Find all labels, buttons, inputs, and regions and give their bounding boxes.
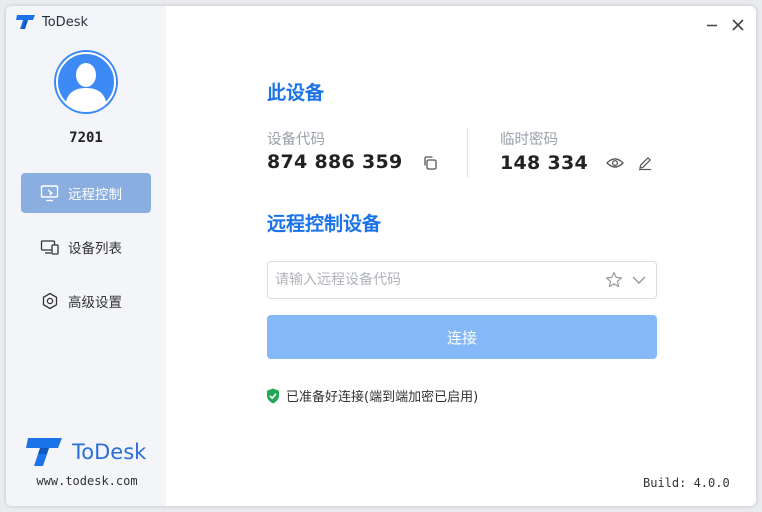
remote-control-title: 远程控制设备 [267,213,382,235]
todesk-logo-icon [16,15,35,29]
sidebar: ToDesk 7201 远程控制 设备列表 高级设置 ToDesk www.to… [6,6,166,506]
settings-gear-icon [42,292,58,310]
temp-password-value: 148 334 [500,152,589,174]
favorite-button[interactable] [604,270,624,290]
pencil-icon [639,156,652,171]
star-icon [606,271,622,288]
temp-password-label: 临时密码 [500,132,558,148]
remote-code-input[interactable] [268,262,588,298]
minimize-button[interactable] [703,16,721,34]
website-link[interactable]: www.todesk.com [6,474,168,488]
todesk-window: ToDesk 7201 远程控制 设备列表 高级设置 ToDesk www.to… [6,6,756,506]
minimize-icon [707,24,717,27]
sidebar-item-label: 高级设置 [68,295,122,311]
build-version: Build: 4.0.0 [643,476,730,490]
close-button[interactable] [729,16,747,34]
shield-check-icon [267,388,279,403]
copy-icon [424,156,437,170]
sidebar-item-remote-control[interactable]: 远程控制 [21,173,151,213]
remote-code-field [267,261,657,299]
brand-bottom: ToDesk [26,436,146,468]
close-icon [732,19,744,31]
edit-password-button[interactable] [635,153,655,173]
copy-code-button[interactable] [420,153,440,173]
user-silhouette-icon [56,52,116,112]
status-text: 已准备好连接(端到端加密已启用) [286,390,479,405]
device-list-icon [40,240,59,255]
divider [467,128,468,178]
app-title: ToDesk [42,14,88,30]
device-code-label: 设备代码 [267,132,325,148]
history-dropdown-button[interactable] [629,270,649,290]
sidebar-item-label: 设备列表 [68,241,122,257]
title-brand: ToDesk [16,14,88,30]
connect-button[interactable]: 连接 [267,315,657,359]
chevron-down-icon [632,276,646,284]
todesk-logo-icon [26,438,62,466]
this-device-title: 此设备 [267,82,325,104]
device-code-value: 874 886 359 [267,151,403,173]
connection-status: 已准备好连接(端到端加密已启用) [266,386,478,405]
username: 7201 [69,130,103,146]
eye-icon [606,158,624,168]
sidebar-item-advanced-settings[interactable]: 高级设置 [21,281,151,321]
brand-name: ToDesk [72,440,147,464]
remote-control-icon [40,185,59,202]
sidebar-item-device-list[interactable]: 设备列表 [21,227,151,267]
sidebar-item-label: 远程控制 [68,187,122,203]
avatar[interactable] [54,50,118,114]
show-password-button[interactable] [605,153,625,173]
